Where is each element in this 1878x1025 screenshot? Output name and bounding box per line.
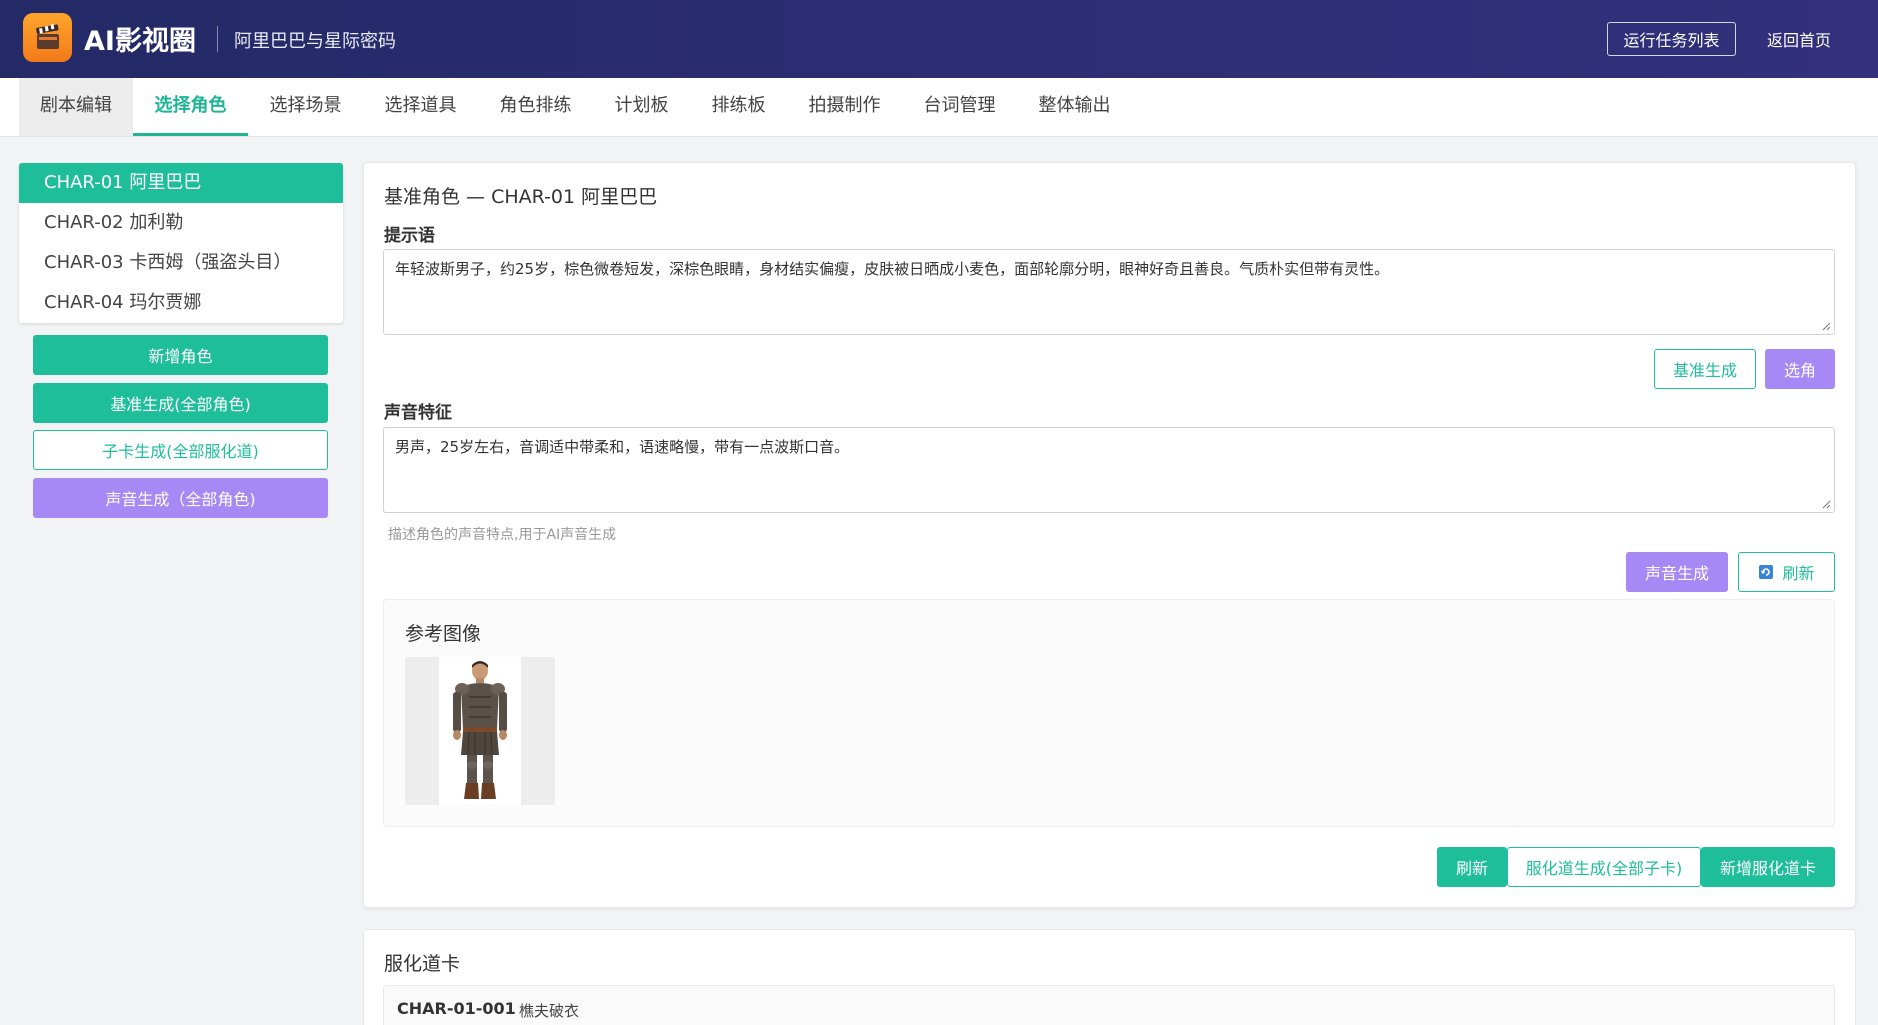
add-costume-card-button[interactable]: 新增服化道卡 [1701,847,1835,887]
tab-select-props[interactable]: 选择道具 [363,78,478,136]
base-generate-button[interactable]: 基准生成 [1654,349,1756,389]
tab-shooting[interactable]: 拍摄制作 [787,78,902,136]
prompt-label: 提示语 [384,226,435,246]
voice-help-text: 描述角色的声音特点,用于AI声音生成 [388,527,617,543]
refresh-label: 刷新 [1782,564,1815,583]
thumbnail-frame [439,657,521,805]
refresh-button[interactable]: 刷新 [1738,552,1835,592]
character-item-char-02[interactable]: CHAR-02 加利勒 [19,203,343,243]
character-item-char-01[interactable]: CHAR-01 阿里巴巴 [19,163,343,203]
base-generate-all-button[interactable]: 基准生成(全部角色) [33,383,328,423]
prompt-textarea[interactable]: 年轻波斯男子，约25岁，棕色微卷短发，深棕色眼睛，身材结实偏瘦，皮肤被日晒成小麦… [383,249,1835,335]
voice-textarea[interactable]: 男声，25岁左右，音调适中带柔和，语速略慢，带有一点波斯口音。 [383,427,1835,513]
run-tasks-button[interactable]: 运行任务列表 [1607,22,1736,56]
top-header: AI影视圈 阿里巴巴与星际密码 运行任务列表 返回首页 [0,0,1878,78]
refresh-icon [1759,565,1774,579]
project-name: 阿里巴巴与星际密码 [234,31,396,52]
tab-script-edit[interactable]: 剧本编辑 [19,78,133,136]
character-detail-title: 基准角色 — CHAR-01 阿里巴巴 [384,186,658,208]
tab-lines-management[interactable]: 台词管理 [902,78,1017,136]
tab-select-scene[interactable]: 选择场景 [248,78,363,136]
reference-image-thumbnail[interactable] [405,657,555,805]
back-home-link[interactable]: 返回首页 [1767,27,1831,51]
armored-character-figure [453,661,507,799]
resize-grip-icon[interactable] [1822,500,1831,509]
reference-image-panel [383,599,1835,827]
voice-label: 声音特征 [384,403,452,423]
character-item-char-04[interactable]: CHAR-04 玛尔贾娜 [19,283,343,323]
character-list: CHAR-01 阿里巴巴 CHAR-02 加利勒 CHAR-03 卡西姆（强盗头… [19,163,343,323]
tab-character-rehearsal[interactable]: 角色排练 [478,78,593,136]
resize-grip-icon[interactable] [1822,322,1831,331]
prompt-text: 年轻波斯男子，约25岁，棕色微卷短发，深棕色眼睛，身材结实偏瘦，皮肤被日晒成小麦… [395,260,1390,278]
add-character-button[interactable]: 新增角色 [33,335,328,375]
tab-rehearsal-board[interactable]: 排练板 [690,78,787,136]
tab-bar: 剧本编辑 选择角色 选择场景 选择道具 角色排练 计划板 排练板 拍摄制作 台词… [0,78,1878,137]
voice-generate-all-button[interactable]: 声音生成（全部角色) [33,478,328,518]
tab-plan-board[interactable]: 计划板 [593,78,690,136]
header-divider [217,26,218,52]
costume-generate-all-button[interactable]: 服化道生成(全部子卡) [1507,847,1701,887]
select-role-button[interactable]: 选角 [1765,349,1835,389]
subcard-generate-all-button[interactable]: 子卡生成(全部服化道) [33,430,328,470]
costume-card-item[interactable] [383,985,1835,1025]
costume-card-name: 樵夫破衣 [519,1002,580,1020]
voice-text: 男声，25岁左右，音调适中带柔和，语速略慢，带有一点波斯口音。 [395,438,850,456]
tab-select-character[interactable]: 选择角色 [133,78,248,136]
tab-overall-output[interactable]: 整体输出 [1017,78,1132,136]
app-title: AI影视圈 [84,26,196,57]
costume-section-title: 服化道卡 [384,953,461,975]
clapperboard-logo-icon [23,13,72,62]
character-item-char-03[interactable]: CHAR-03 卡西姆（强盗头目） [19,243,343,283]
voice-generate-button[interactable]: 声音生成 [1626,552,1728,592]
reference-image-title: 参考图像 [405,623,482,645]
bottom-refresh-button[interactable]: 刷新 [1437,847,1507,887]
costume-card-id: CHAR-01-001 [397,999,516,1018]
